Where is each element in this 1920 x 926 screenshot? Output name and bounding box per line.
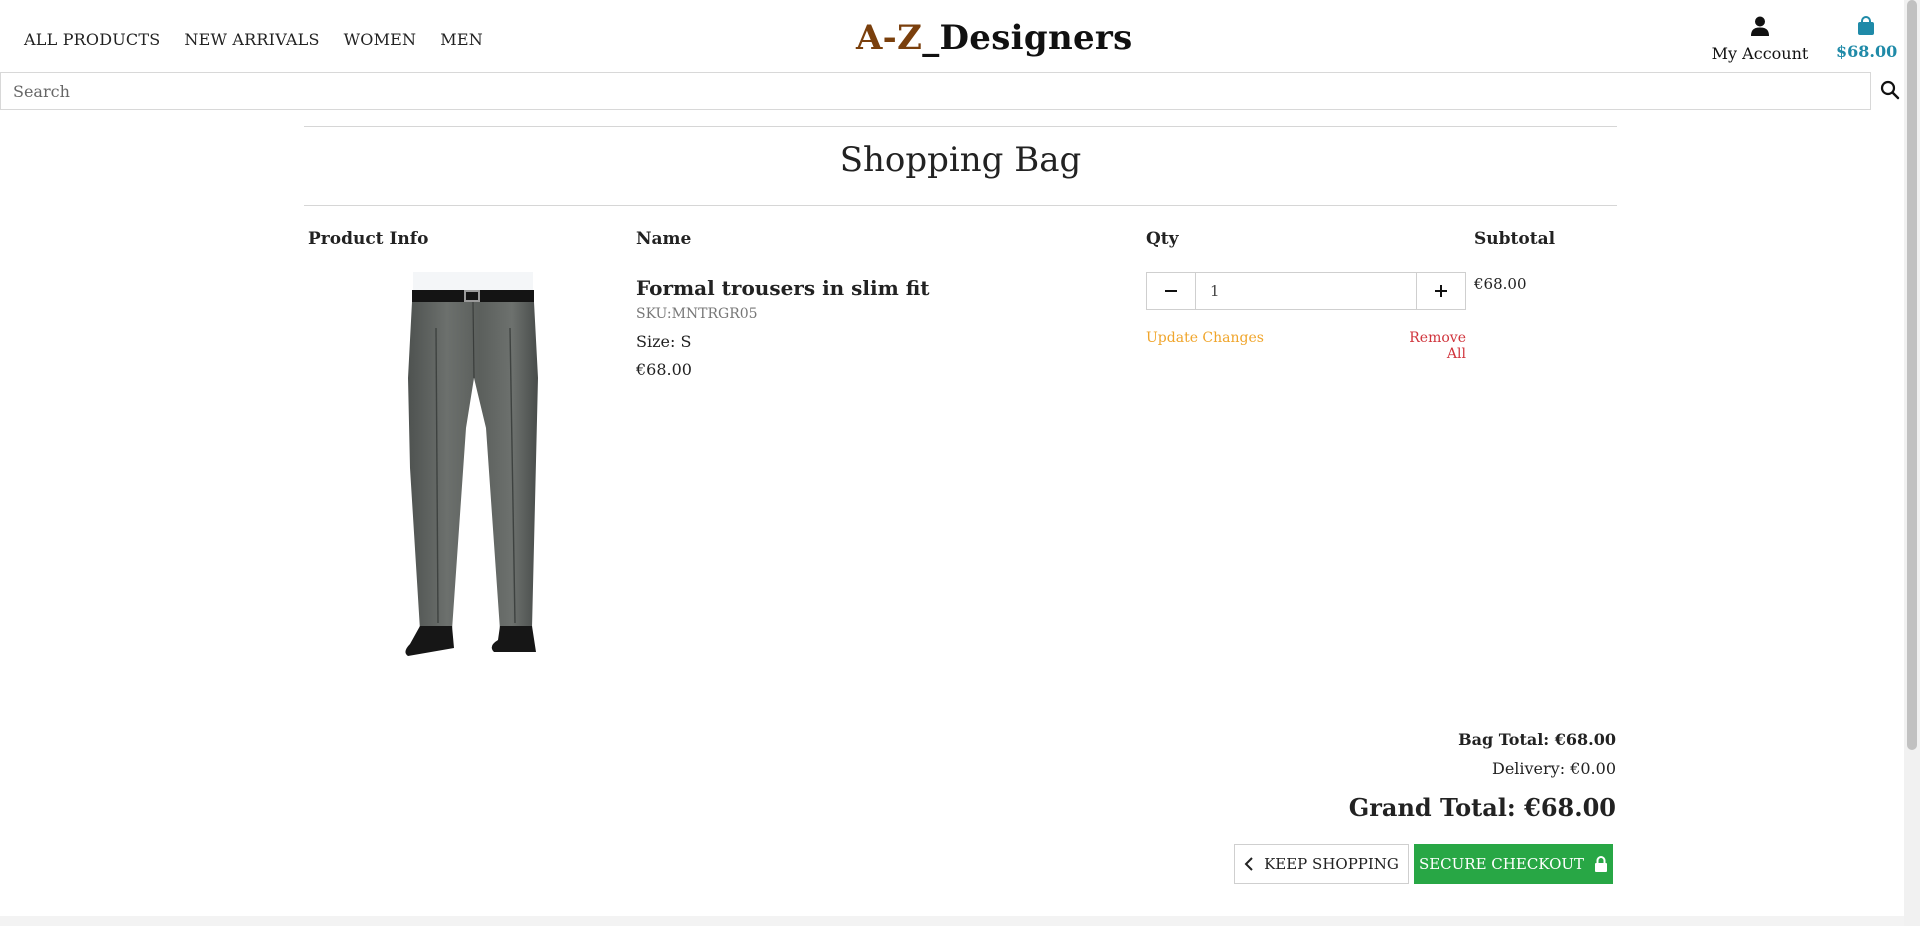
update-changes-link[interactable]: Update Changes [1146, 330, 1264, 346]
remove-all-link[interactable]: Remove All [1394, 330, 1466, 362]
item-subtotal: €68.00 [1474, 275, 1527, 293]
search-input[interactable] [0, 72, 1871, 110]
main-nav: ALL PRODUCTS NEW ARRIVALS WOMEN MEN [24, 30, 483, 49]
site-logo[interactable]: A-Z_Designers [856, 18, 1133, 58]
logo-accent: A-Z [856, 18, 923, 58]
product-image[interactable] [368, 268, 548, 660]
lock-icon [1595, 856, 1608, 872]
search-bar [0, 72, 1900, 110]
bag-total: Bag Total: €68.00 [1458, 730, 1616, 749]
grand-total: Grand Total: €68.00 [1348, 793, 1616, 822]
header-product-info: Product Info [308, 229, 429, 249]
shopping-bag-link[interactable]: $68.00 [1836, 16, 1898, 61]
nav-new-arrivals[interactable]: NEW ARRIVALS [184, 30, 319, 49]
page-footer-strip [0, 916, 1904, 926]
product-name[interactable]: Formal trousers in slim fit [636, 276, 930, 300]
search-icon [1880, 80, 1900, 100]
shopping-bag-icon [1858, 16, 1874, 35]
nav-all-products[interactable]: ALL PRODUCTS [24, 30, 160, 49]
my-account-link[interactable]: My Account [1710, 16, 1810, 63]
plus-icon [1435, 285, 1447, 297]
keep-shopping-label: KEEP SHOPPING [1264, 855, 1399, 873]
decrement-button[interactable] [1146, 272, 1196, 310]
header-qty: Qty [1146, 229, 1179, 249]
header-subtotal: Subtotal [1474, 229, 1556, 249]
divider-bottom [304, 205, 1617, 206]
product-size: Size: S [636, 332, 692, 351]
increment-button[interactable] [1416, 272, 1466, 310]
quantity-stepper [1146, 272, 1466, 310]
my-account-label: My Account [1711, 44, 1809, 63]
delivery-cost: Delivery: €0.00 [1491, 759, 1616, 778]
logo-rest: _Designers [922, 18, 1133, 58]
chevron-left-icon [1244, 857, 1253, 871]
nav-women[interactable]: WOMEN [344, 30, 417, 49]
divider-top [304, 126, 1617, 127]
site-header: ALL PRODUCTS NEW ARRIVALS WOMEN MEN A-Z_… [0, 0, 1900, 72]
user-icon [1751, 16, 1769, 36]
vertical-scrollbar[interactable] [1904, 0, 1920, 926]
bag-amount: $68.00 [1836, 42, 1898, 61]
header-name: Name [636, 229, 692, 249]
scrollbar-thumb[interactable] [1907, 0, 1917, 750]
secure-checkout-label: SECURE CHECKOUT [1418, 855, 1585, 873]
page-title: Shopping Bag [839, 140, 1082, 180]
product-price: €68.00 [636, 360, 692, 379]
secure-checkout-button[interactable]: SECURE CHECKOUT [1414, 844, 1613, 884]
product-sku: SKU:MNTRGR05 [636, 306, 758, 322]
keep-shopping-button[interactable]: KEEP SHOPPING [1234, 844, 1409, 884]
minus-icon [1165, 290, 1177, 292]
quantity-input[interactable] [1196, 272, 1416, 310]
search-button[interactable] [1880, 80, 1902, 102]
nav-men[interactable]: MEN [440, 30, 483, 49]
